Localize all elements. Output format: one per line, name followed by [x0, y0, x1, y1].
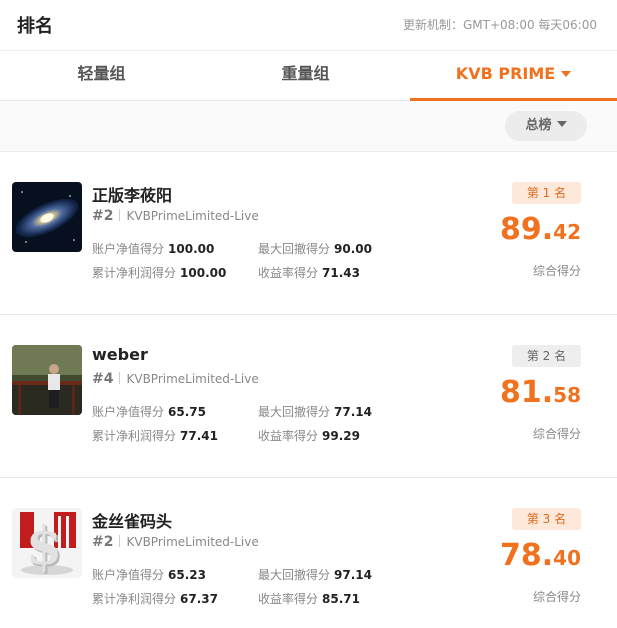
- group-rank: #2: [92, 534, 114, 550]
- metric-equity-score: 账户净值得分 65.75: [92, 405, 206, 419]
- account-server: KVBPrimeLimited-Live: [126, 535, 259, 549]
- divider: [119, 535, 121, 547]
- metric-drawdown-score: 最大回撤得分 97.14: [258, 568, 372, 582]
- avatar-photo[interactable]: [12, 345, 82, 415]
- tab-kvb-prime[interactable]: KVB PRIME: [410, 51, 617, 101]
- metric-net-profit-score: 累计净利润得分 67.37: [92, 592, 218, 606]
- tab-heavy-group[interactable]: 重量组: [203, 51, 408, 101]
- ranking-card[interactable]: $ $ 金丝雀码头 #2 KVBPrimeLimited-Live 账户净值得分 6…: [0, 478, 617, 628]
- tab-light-group[interactable]: 轻量组: [0, 51, 203, 101]
- metric-net-profit-score: 累计净利润得分 77.41: [92, 429, 218, 443]
- filter-label: 总榜: [525, 118, 552, 133]
- account-server: KVBPrimeLimited-Live: [126, 209, 259, 223]
- filter-bar: 总榜: [0, 101, 617, 152]
- page-title: 排名: [17, 16, 53, 37]
- caret-down-icon: [561, 71, 572, 77]
- ranking-card[interactable]: weber #4 KVBPrimeLimited-Live 账户净值得分 65.75…: [0, 315, 617, 478]
- trader-name[interactable]: 正版李莜阳: [92, 182, 172, 206]
- group-rank: #2: [92, 208, 114, 224]
- divider: [119, 372, 121, 384]
- avatar-dollar[interactable]: $ $: [12, 508, 82, 578]
- metric-equity-score: 账户净值得分 100.00: [92, 242, 215, 256]
- trader-meta: #2 KVBPrimeLimited-Live: [92, 208, 259, 224]
- metric-drawdown-score: 最大回撤得分 77.14: [258, 405, 372, 419]
- divider: [119, 209, 121, 221]
- page-header: 排名 更新机制：GMT+08:00 每天06:00: [0, 0, 617, 51]
- leaderboard-filter-dropdown[interactable]: 总榜: [505, 111, 587, 141]
- composite-score: 81.58: [500, 375, 581, 410]
- update-schedule-text: 更新机制：GMT+08:00 每天06:00: [402, 18, 597, 32]
- tab-label: 重量组: [281, 64, 330, 83]
- composite-score-label: 综合得分: [532, 590, 581, 604]
- place-badge: 第 3 名: [512, 508, 581, 530]
- avatar-galaxy[interactable]: [12, 182, 82, 252]
- ranking-card[interactable]: 正版李莜阳 #2 KVBPrimeLimited-Live 账户净值得分 100.0…: [0, 152, 617, 315]
- trader-name[interactable]: weber: [92, 345, 148, 364]
- metric-drawdown-score: 最大回撤得分 90.00: [258, 242, 372, 256]
- trader-meta: #2 KVBPrimeLimited-Live: [92, 534, 259, 550]
- place-badge: 第 2 名: [512, 345, 581, 367]
- group-tabs: 轻量组 重量组 KVB PRIME: [0, 51, 617, 101]
- tab-label: 轻量组: [77, 64, 126, 83]
- metric-equity-score: 账户净值得分 65.23: [92, 568, 206, 582]
- account-server: KVBPrimeLimited-Live: [126, 372, 259, 386]
- trader-name[interactable]: 金丝雀码头: [92, 508, 172, 532]
- metric-return-score: 收益率得分 85.71: [258, 592, 360, 606]
- place-badge: 第 1 名: [512, 182, 581, 204]
- composite-score-label: 综合得分: [532, 264, 581, 278]
- composite-score: 78.40: [500, 538, 581, 573]
- metric-return-score: 收益率得分 99.29: [258, 429, 360, 443]
- group-rank: #4: [92, 371, 114, 387]
- svg-text:$: $: [26, 516, 62, 577]
- trader-meta: #4 KVBPrimeLimited-Live: [92, 371, 259, 387]
- tab-label: KVB PRIME: [455, 64, 556, 83]
- composite-score: 89.42: [500, 212, 581, 247]
- composite-score-label: 综合得分: [532, 427, 581, 441]
- caret-down-icon: [556, 121, 567, 127]
- metric-net-profit-score: 累计净利润得分 100.00: [92, 266, 227, 280]
- metric-return-score: 收益率得分 71.43: [258, 266, 360, 280]
